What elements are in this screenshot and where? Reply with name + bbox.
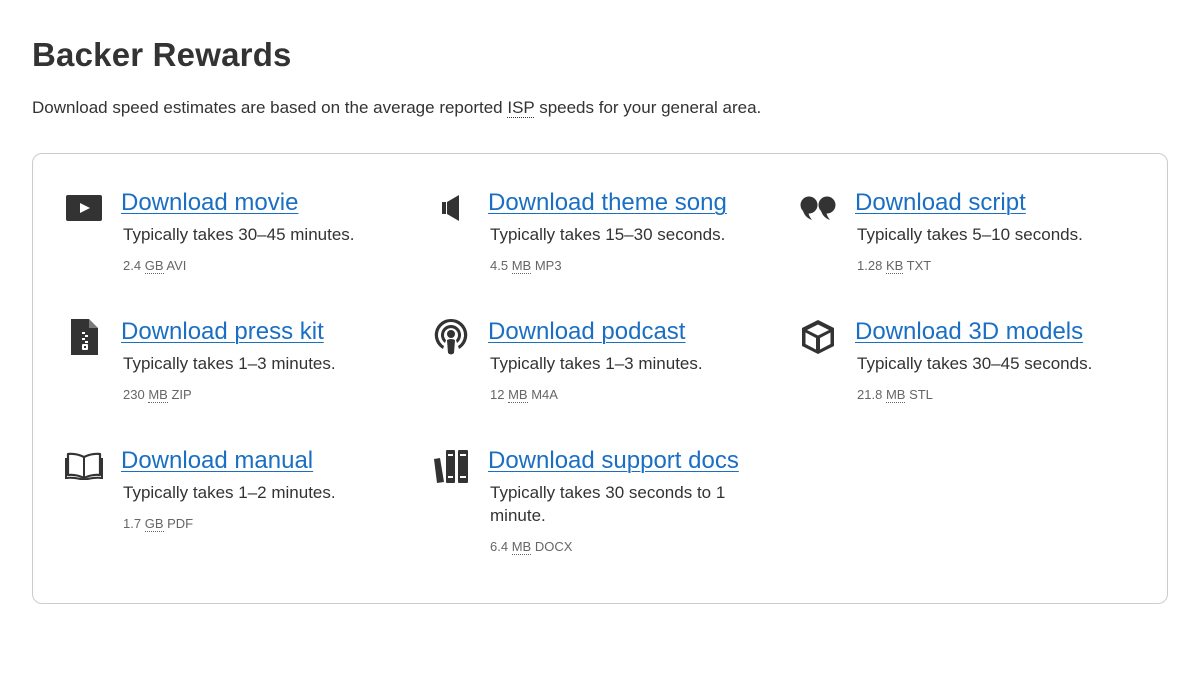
file-meta: 2.4 GB AVI (123, 257, 186, 274)
download-press-kit-link[interactable]: Download press kit (121, 317, 324, 347)
file-format: ZIP (171, 387, 192, 402)
download-item-support-docs: Download support docs Typically takes 30… (432, 446, 772, 566)
file-meta: 21.8 MB STL (857, 386, 933, 403)
file-size: 21.8 (857, 387, 883, 402)
download-time: Typically takes 30 seconds to 1 minute. (490, 483, 726, 525)
file-unit: GB (144, 516, 164, 532)
file-meta: 230 MB ZIP (123, 386, 192, 403)
download-time: Typically takes 1–3 minutes. (123, 354, 336, 373)
file-unit: MB (511, 258, 532, 274)
download-time: Typically takes 30–45 minutes. (123, 225, 355, 244)
download-movie-link[interactable]: Download movie (121, 188, 298, 218)
file-unit: MB (511, 539, 532, 555)
books-icon (432, 446, 470, 486)
file-meta: 6.4 MB DOCX (490, 538, 572, 555)
podcast-icon (432, 317, 470, 357)
play-icon (65, 188, 103, 228)
file-format: STL (909, 387, 933, 402)
file-size: 1.28 (857, 258, 883, 273)
download-item-3d-models: Download 3D models Typically takes 30–45… (799, 317, 1139, 407)
file-unit: MB (885, 387, 906, 403)
download-theme-song-link[interactable]: Download theme song (488, 188, 727, 218)
file-format: M4A (531, 387, 558, 402)
speaker-icon (432, 188, 470, 228)
download-support-docs-link[interactable]: Download support docs (488, 446, 739, 476)
file-size: 1.7 (123, 516, 142, 531)
cube-icon (799, 317, 837, 357)
file-unit: MB (508, 387, 528, 403)
download-item-script: Download script Typically takes 5–10 sec… (799, 188, 1139, 278)
download-3d-models-link[interactable]: Download 3D models (855, 317, 1083, 347)
download-manual-link[interactable]: Download manual (121, 446, 313, 476)
downloads-panel: Download movie Typically takes 30–45 min… (32, 153, 1168, 604)
download-podcast-link[interactable]: Download podcast (488, 317, 685, 347)
quote-icon (799, 188, 837, 228)
download-time: Typically takes 5–10 seconds. (857, 225, 1083, 244)
book-open-icon (65, 446, 103, 486)
file-unit: MB (148, 387, 168, 403)
page: Backer Rewards Download speed estimates … (0, 0, 1200, 682)
file-size: 230 (123, 387, 145, 402)
file-format: DOCX (534, 539, 573, 554)
file-meta: 4.5 MB MP3 (490, 257, 562, 274)
isp-abbr: ISP (507, 98, 535, 118)
download-time: Typically takes 1–3 minutes. (490, 354, 703, 373)
intro-text-end: speeds for your general area. (534, 98, 762, 117)
file-unit: KB (885, 258, 904, 274)
intro-text: Download speed estimates are based on th… (32, 97, 1168, 119)
page-title: Backer Rewards (32, 36, 292, 73)
download-item-theme-song: Download theme song Typically takes 15–3… (432, 188, 772, 278)
file-size: 6.4 (490, 539, 509, 554)
download-item-podcast: Download podcast Typically takes 1–3 min… (432, 317, 772, 407)
file-meta: 1.7 GB PDF (123, 515, 193, 532)
file-meta: 12 MB M4A (490, 386, 558, 403)
download-time: Typically takes 1–2 minutes. (123, 483, 336, 502)
zip-file-icon (65, 317, 103, 357)
download-script-link[interactable]: Download script (855, 188, 1026, 218)
file-format: TXT (906, 258, 932, 273)
file-format: MP3 (534, 258, 562, 273)
download-time: Typically takes 30–45 seconds. (857, 354, 1093, 373)
file-size: 2.4 (123, 258, 142, 273)
intro-text-start: Download speed estimates are based on th… (32, 98, 508, 117)
file-format: AVI (166, 258, 187, 273)
file-meta: 1.28 KB TXT (857, 257, 931, 274)
file-format: PDF (167, 516, 194, 531)
file-unit: GB (144, 258, 164, 274)
download-time: Typically takes 15–30 seconds. (490, 225, 726, 244)
file-size: 12 (490, 387, 505, 402)
download-item-press-kit: Download press kit Typically takes 1–3 m… (65, 317, 405, 407)
download-item-manual: Download manual Typically takes 1–2 minu… (65, 446, 405, 536)
file-size: 4.5 (490, 258, 509, 273)
download-item-movie: Download movie Typically takes 30–45 min… (65, 188, 405, 278)
